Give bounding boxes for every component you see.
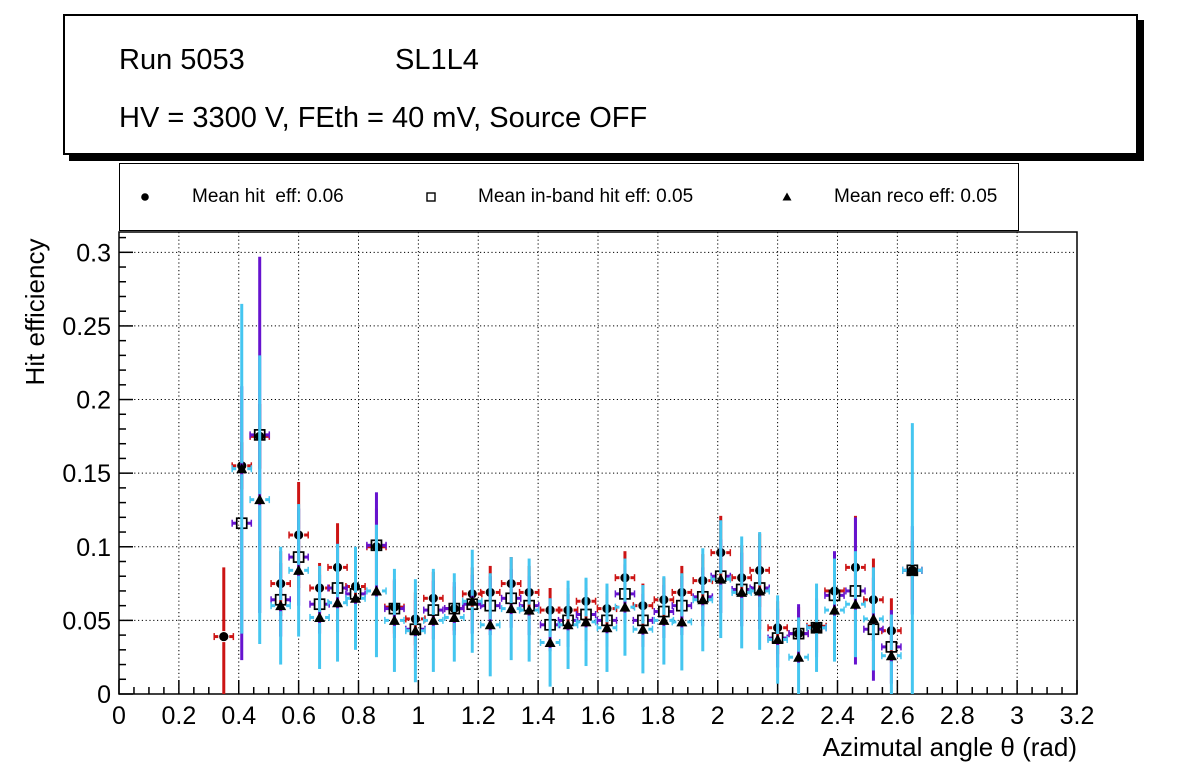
data-point-triangle: [849, 598, 861, 609]
data-point-triangle: [427, 614, 439, 625]
x-tick-label: 2.6: [880, 702, 915, 730]
y-tick-label: 0.25: [62, 313, 111, 341]
x-tick-label: 0.4: [221, 702, 256, 730]
data-point-triangle: [736, 586, 748, 597]
data-point-triangle: [601, 622, 613, 633]
x-tick-label: 1.2: [461, 702, 496, 730]
x-tick-label: 2.8: [940, 702, 975, 730]
x-tick-label: 1: [411, 702, 425, 730]
data-point-triangle: [697, 594, 709, 605]
data-point-triangle: [867, 613, 879, 624]
data-point-triangle: [793, 651, 805, 662]
data-point-triangle: [409, 625, 421, 636]
data-point-triangle: [314, 611, 326, 622]
data-point-circle: [219, 631, 229, 642]
y-tick-label: 0.15: [62, 460, 111, 488]
axis-labels: 0 0.2 0.4 0.6 0.8 1 1.2 1.4 1.6 1.8 2 2.2 2.4 2.6 2.8 3…: [20, 239, 1094, 762]
root-canvas: Run 5053 SL1L4 HV = 3300 V, FEth = 40 mV…: [0, 0, 1196, 772]
data-point-triangle: [619, 601, 631, 612]
y-tick-label: 0.1: [76, 534, 111, 562]
x-tick-label: 2.4: [820, 702, 855, 730]
data-point-triangle: [370, 585, 382, 596]
y-tick-label: 0: [97, 681, 111, 709]
data-point-triangle: [544, 636, 556, 647]
data-point-triangle: [754, 585, 766, 596]
data-point-triangle: [715, 573, 727, 584]
data-point-triangle: [580, 616, 592, 627]
y-axis-title: Hit efficiency: [20, 239, 50, 386]
data-point-triangle: [523, 604, 535, 615]
x-tick-label: 0: [112, 702, 126, 730]
data-point-triangle: [254, 494, 266, 505]
x-tick-label: 0.6: [281, 702, 316, 730]
x-tick-label: 2.2: [760, 702, 795, 730]
y-tick-label: 0.2: [76, 387, 111, 415]
x-tick-label: 1.4: [521, 702, 556, 730]
data-points: [213, 256, 923, 694]
data-point-triangle: [293, 564, 305, 575]
x-tick-label: 2: [711, 702, 725, 730]
y-tick-label: 0.3: [76, 239, 111, 267]
data-point-triangle: [332, 597, 344, 608]
x-axis-title: Azimutal angle θ (rad): [823, 732, 1077, 762]
y-tick-label: 0.05: [62, 607, 111, 635]
x-tick-label: 0.2: [161, 702, 196, 730]
data-point-triangle: [676, 616, 688, 627]
x-tick-label: 1.6: [581, 702, 616, 730]
data-point-triangle: [829, 604, 841, 615]
x-tick-label: 3.2: [1060, 702, 1095, 730]
data-point-triangle: [484, 619, 496, 630]
efficiency-plot: 0 0.2 0.4 0.6 0.8 1 1.2 1.4 1.6 1.8 2 2.2 2.4 2.6 2.8 3…: [20, 231, 1094, 762]
data-point-triangle: [388, 614, 400, 625]
x-tick-label: 0.8: [341, 702, 376, 730]
x-tick-label: 1.8: [640, 702, 675, 730]
data-point-triangle: [505, 603, 517, 614]
data-point-triangle: [772, 634, 784, 645]
data-point-triangle: [466, 595, 478, 606]
series-mean-reco-eff: [231, 303, 923, 694]
x-tick-label: 3: [1010, 702, 1024, 730]
data-point-triangle: [350, 592, 362, 603]
